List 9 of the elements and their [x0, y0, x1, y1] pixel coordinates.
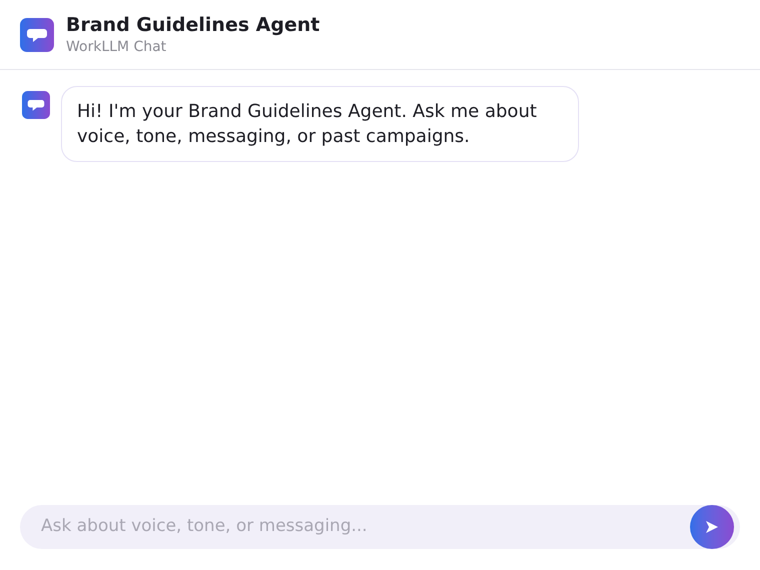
agent-avatar-icon: [22, 91, 50, 119]
send-button[interactable]: [690, 505, 734, 549]
chat-bubble-logo-icon: [20, 18, 54, 52]
agent-subtitle: WorkLLM Chat: [66, 38, 168, 56]
message-input[interactable]: Ask about voice, tone, or messaging...: [41, 514, 690, 540]
message-bubble: Hi! I'm your Brand Guidelines Agent. Ask me about voice, tone, messaging, or past campaigns.: [61, 86, 579, 162]
agent-title: Brand Guidelines Agent: [66, 12, 320, 36]
message-field[interactable]: Ask about voice, tone, or messaging...: [20, 505, 740, 549]
send-arrow-icon: [705, 520, 719, 534]
